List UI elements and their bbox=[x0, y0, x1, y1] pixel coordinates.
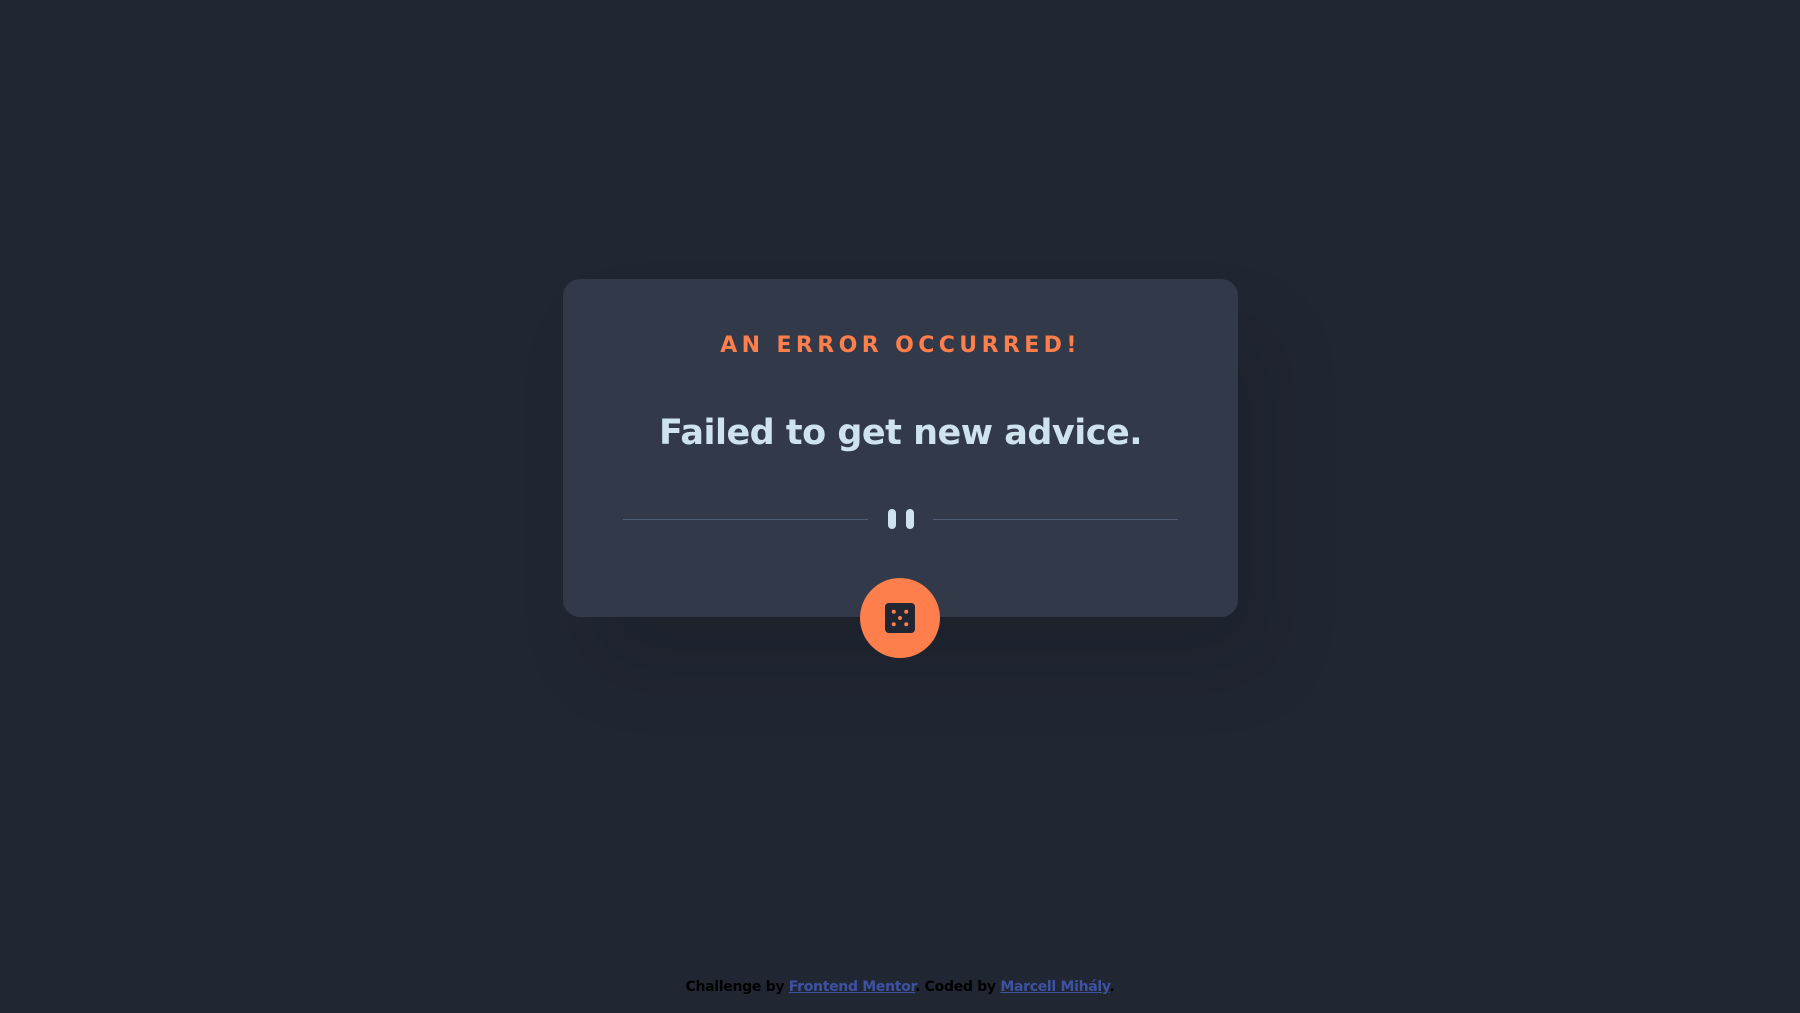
divider-line-right bbox=[933, 519, 1178, 520]
attribution-prefix: Challenge by bbox=[685, 979, 789, 995]
attribution-suffix: . bbox=[1109, 979, 1115, 995]
attribution: Challenge by Frontend Mentor. Coded by M… bbox=[0, 979, 1800, 995]
pause-icon bbox=[888, 509, 914, 529]
advice-card: AN ERROR OCCURRED! Failed to get new adv… bbox=[563, 279, 1238, 617]
new-advice-button[interactable] bbox=[860, 578, 940, 658]
attribution-separator: . Coded by bbox=[915, 979, 1001, 995]
divider bbox=[623, 507, 1178, 531]
frontend-mentor-link[interactable]: Frontend Mentor bbox=[789, 979, 916, 995]
advice-id-heading: AN ERROR OCCURRED! bbox=[720, 333, 1081, 358]
dice-icon bbox=[885, 603, 915, 633]
author-link[interactable]: Marcell Mihály bbox=[1000, 979, 1109, 995]
advice-text: Failed to get new advice. bbox=[658, 413, 1143, 453]
divider-line-left bbox=[623, 519, 868, 520]
